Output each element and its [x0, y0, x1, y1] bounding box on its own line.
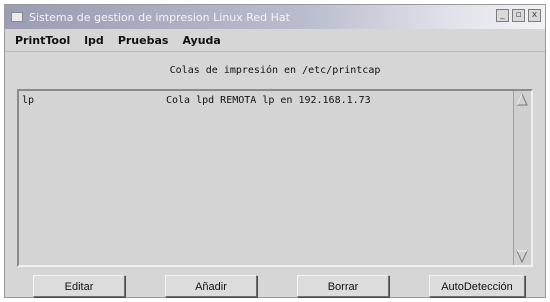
menu-printtool[interactable]: PrintTool — [15, 34, 70, 47]
queue-name: lp — [22, 95, 35, 106]
button-row: Editar Añadir Borrar AutoDetección — [5, 275, 545, 299]
list-item[interactable]: lp Cola lpd REMOTA lp en 192.168.1.73 — [22, 95, 513, 109]
minimize-button[interactable]: _ — [496, 9, 509, 22]
queue-list: lp Cola lpd REMOTA lp en 192.168.1.73 — [17, 89, 533, 267]
triangle-down-icon[interactable] — [516, 249, 528, 263]
triangle-up-icon[interactable] — [516, 93, 528, 107]
menu-lpd[interactable]: lpd — [84, 34, 104, 47]
queue-list-area: lp Cola lpd REMOTA lp en 192.168.1.73 — [19, 91, 513, 265]
queue-list-header: Colas de impresión en /etc/printcap — [169, 65, 381, 76]
title-bar[interactable]: Sistema de gestion de impresion Linux Re… — [5, 5, 545, 29]
window-icon — [11, 12, 23, 22]
add-button[interactable]: Añadir — [165, 275, 257, 297]
printtool-window: Sistema de gestion de impresion Linux Re… — [4, 4, 546, 298]
vertical-scrollbar[interactable] — [513, 91, 531, 265]
window-controls: _ ▫ x — [496, 9, 541, 22]
close-button[interactable]: x — [528, 9, 541, 22]
menu-pruebas[interactable]: Pruebas — [118, 34, 169, 47]
maximize-button[interactable]: ▫ — [512, 9, 525, 22]
menu-bar: PrintTool lpd Pruebas Ayuda — [5, 29, 545, 52]
window-title: Sistema de gestion de impresion Linux Re… — [29, 10, 290, 24]
delete-button[interactable]: Borrar — [297, 275, 389, 297]
edit-button[interactable]: Editar — [33, 275, 125, 297]
queue-description: Cola lpd REMOTA lp en 192.168.1.73 — [166, 95, 371, 106]
menu-ayuda[interactable]: Ayuda — [182, 34, 220, 47]
autodetect-button[interactable]: AutoDetección — [429, 275, 525, 297]
